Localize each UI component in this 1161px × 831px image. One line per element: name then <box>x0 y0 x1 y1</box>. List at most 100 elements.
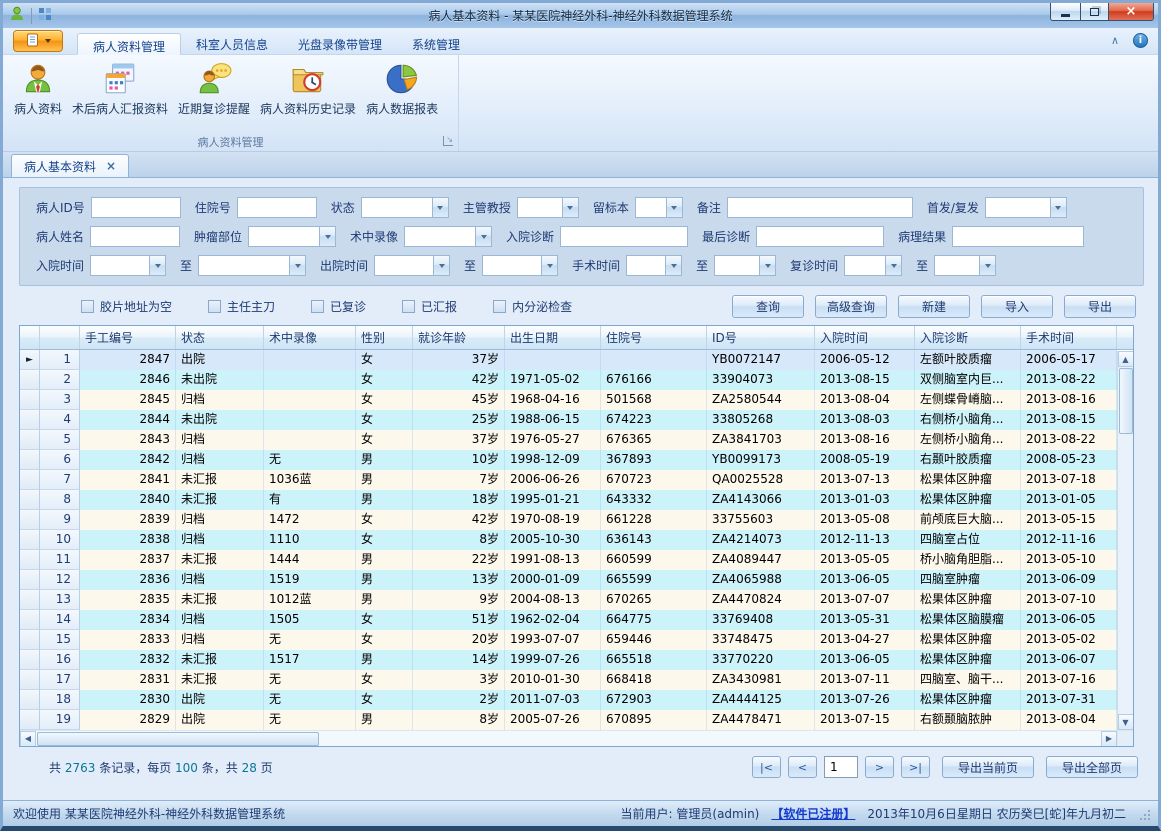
vertical-scrollbar[interactable]: ▲ ▼ <box>1117 351 1133 730</box>
close-button[interactable]: × <box>1108 3 1154 21</box>
info-icon[interactable]: i <box>1133 33 1148 48</box>
filter-checkbox-1[interactable]: 胶片地址为空 <box>81 298 172 315</box>
dropdown-button[interactable] <box>319 227 335 246</box>
filter-select[interactable] <box>714 255 776 276</box>
collapse-ribbon-icon[interactable]: ∧ <box>1111 35 1119 46</box>
filter-select[interactable] <box>374 255 450 276</box>
filter-input[interactable] <box>90 226 180 247</box>
dropdown-button[interactable] <box>289 256 305 275</box>
column-header-8[interactable]: ID号 <box>707 326 815 349</box>
filter-select[interactable] <box>482 255 558 276</box>
column-header-7[interactable]: 住院号 <box>601 326 707 349</box>
ribbon-button-3[interactable]: 近期复诊提醒 <box>173 58 255 119</box>
filter-checkbox-5[interactable]: 内分泌检查 <box>493 298 572 315</box>
ribbon-button-4[interactable]: 病人资料历史记录 <box>255 58 361 119</box>
table-row[interactable]: 152833归档无女20岁1993-07-0765944633748475201… <box>20 630 1133 650</box>
dropdown-button[interactable] <box>665 256 681 275</box>
table-row[interactable]: 42844未出院女25岁1988-06-15674223338052682013… <box>20 410 1133 430</box>
ribbon-button-5[interactable]: 病人数据报表 <box>361 58 443 119</box>
scroll-left-icon[interactable]: ◀ <box>20 731 36 747</box>
column-header-2[interactable]: 状态 <box>176 326 264 349</box>
filter-select[interactable] <box>198 255 306 276</box>
advanced-query-button[interactable]: 高级查询 <box>815 295 887 318</box>
scroll-up-icon[interactable]: ▲ <box>1118 351 1134 367</box>
table-row[interactable]: 132835未汇报1012蓝男9岁2004-08-13670265ZA44708… <box>20 590 1133 610</box>
dropdown-button[interactable] <box>666 198 682 217</box>
filter-select[interactable] <box>404 226 492 247</box>
dropdown-button[interactable] <box>541 256 557 275</box>
table-row[interactable]: 32845归档女45岁1968-04-16501568ZA25805442013… <box>20 390 1133 410</box>
column-header-5[interactable]: 就诊年龄 <box>413 326 505 349</box>
table-row[interactable]: 162832未汇报1517男14岁1999-07-266655183377022… <box>20 650 1133 670</box>
filter-select[interactable] <box>248 226 336 247</box>
dialog-launcher-icon[interactable]: ↘ <box>443 136 453 146</box>
dropdown-button[interactable] <box>432 198 448 217</box>
table-row[interactable]: 122836归档1519男13岁2000-01-09665599ZA406598… <box>20 570 1133 590</box>
filter-checkbox-3[interactable]: 已复诊 <box>311 298 366 315</box>
previous-page-button[interactable]: < <box>788 756 817 778</box>
filter-input[interactable] <box>756 226 884 247</box>
column-header-4[interactable]: 性别 <box>356 326 413 349</box>
ribbon-button-1[interactable]: 病人资料 <box>9 58 67 119</box>
filter-input[interactable] <box>237 197 317 218</box>
table-row[interactable]: 62842归档无男10岁1998-12-09367893YB0099173200… <box>20 450 1133 470</box>
customize-toolbar-icon[interactable] <box>38 6 52 25</box>
filter-input[interactable] <box>91 197 181 218</box>
minimize-button[interactable] <box>1050 3 1080 21</box>
new-button[interactable]: 新建 <box>898 295 970 318</box>
horizontal-scrollbar[interactable]: ◀ ▶ <box>20 730 1117 746</box>
resize-grip[interactable] <box>1144 814 1146 816</box>
filter-input[interactable] <box>560 226 688 247</box>
filter-select[interactable] <box>517 197 579 218</box>
filter-input[interactable] <box>727 197 913 218</box>
dropdown-button[interactable] <box>149 256 165 275</box>
horizontal-scrollbar-thumb[interactable] <box>37 732 319 746</box>
table-row[interactable]: 192829出院无男8岁2005-07-26670895ZA4478471201… <box>20 710 1133 730</box>
filter-checkbox-2[interactable]: 主任主刀 <box>208 298 275 315</box>
last-page-button[interactable]: >| <box>901 756 930 778</box>
ribbon-tab-2[interactable]: 科室人员信息 <box>181 32 283 54</box>
table-row[interactable]: 22846未出院女42岁1971-05-02676166339040732013… <box>20 370 1133 390</box>
import-button[interactable]: 导入 <box>981 295 1053 318</box>
ribbon-tab-3[interactable]: 光盘录像带管理 <box>283 32 397 54</box>
scroll-down-icon[interactable]: ▼ <box>1118 714 1134 730</box>
table-row[interactable]: 72841未汇报1036蓝男7岁2006-06-26670723QA002552… <box>20 470 1133 490</box>
dropdown-button[interactable] <box>979 256 995 275</box>
filter-checkbox-4[interactable]: 已汇报 <box>402 298 457 315</box>
column-header-10[interactable]: 入院诊断 <box>915 326 1021 349</box>
ribbon-button-2[interactable]: 术后病人汇报资料 <box>67 58 173 119</box>
filter-select[interactable] <box>844 255 902 276</box>
table-row[interactable]: 92839归档1472女42岁1970-08-19661228337556032… <box>20 510 1133 530</box>
dropdown-button[interactable] <box>885 256 901 275</box>
filter-select[interactable] <box>985 197 1067 218</box>
table-row[interactable]: 52843归档女37岁1976-05-27676365ZA38417032013… <box>20 430 1133 450</box>
table-row[interactable]: 182830出院无女2岁2011-07-03672903ZA4444125201… <box>20 690 1133 710</box>
column-header-9[interactable]: 入院时间 <box>815 326 915 349</box>
table-row[interactable]: 142834归档1505女51岁1962-02-0466477533769408… <box>20 610 1133 630</box>
dropdown-button[interactable] <box>759 256 775 275</box>
dropdown-button[interactable] <box>433 256 449 275</box>
export-current-page-button[interactable]: 导出当前页 <box>942 756 1034 778</box>
vertical-scrollbar-thumb[interactable] <box>1119 368 1133 434</box>
export-button[interactable]: 导出 <box>1064 295 1136 318</box>
dropdown-button[interactable] <box>562 198 578 217</box>
maximize-button[interactable] <box>1080 3 1108 21</box>
ribbon-tab-4[interactable]: 系统管理 <box>397 32 475 54</box>
filter-select[interactable] <box>934 255 996 276</box>
table-row[interactable]: 112837未汇报1444男22岁1991-08-13660599ZA40894… <box>20 550 1133 570</box>
table-row[interactable]: 82840未汇报有男18岁1995-01-21643332ZA414306620… <box>20 490 1133 510</box>
column-header-1[interactable]: 手工编号 <box>80 326 176 349</box>
filter-select[interactable] <box>90 255 166 276</box>
scroll-right-icon[interactable]: ▶ <box>1101 731 1117 747</box>
filter-input[interactable] <box>952 226 1084 247</box>
filter-select[interactable] <box>361 197 449 218</box>
page-number-input[interactable]: 1 <box>824 756 858 778</box>
application-menu-button[interactable] <box>13 30 63 52</box>
filter-select[interactable] <box>626 255 682 276</box>
table-row[interactable]: 172831未汇报无女3岁2010-01-30668418ZA343098120… <box>20 670 1133 690</box>
next-page-button[interactable]: > <box>865 756 894 778</box>
export-all-pages-button[interactable]: 导出全部页 <box>1046 756 1138 778</box>
dropdown-button[interactable] <box>475 227 491 246</box>
dropdown-button[interactable] <box>1050 198 1066 217</box>
filter-select[interactable] <box>635 197 683 218</box>
